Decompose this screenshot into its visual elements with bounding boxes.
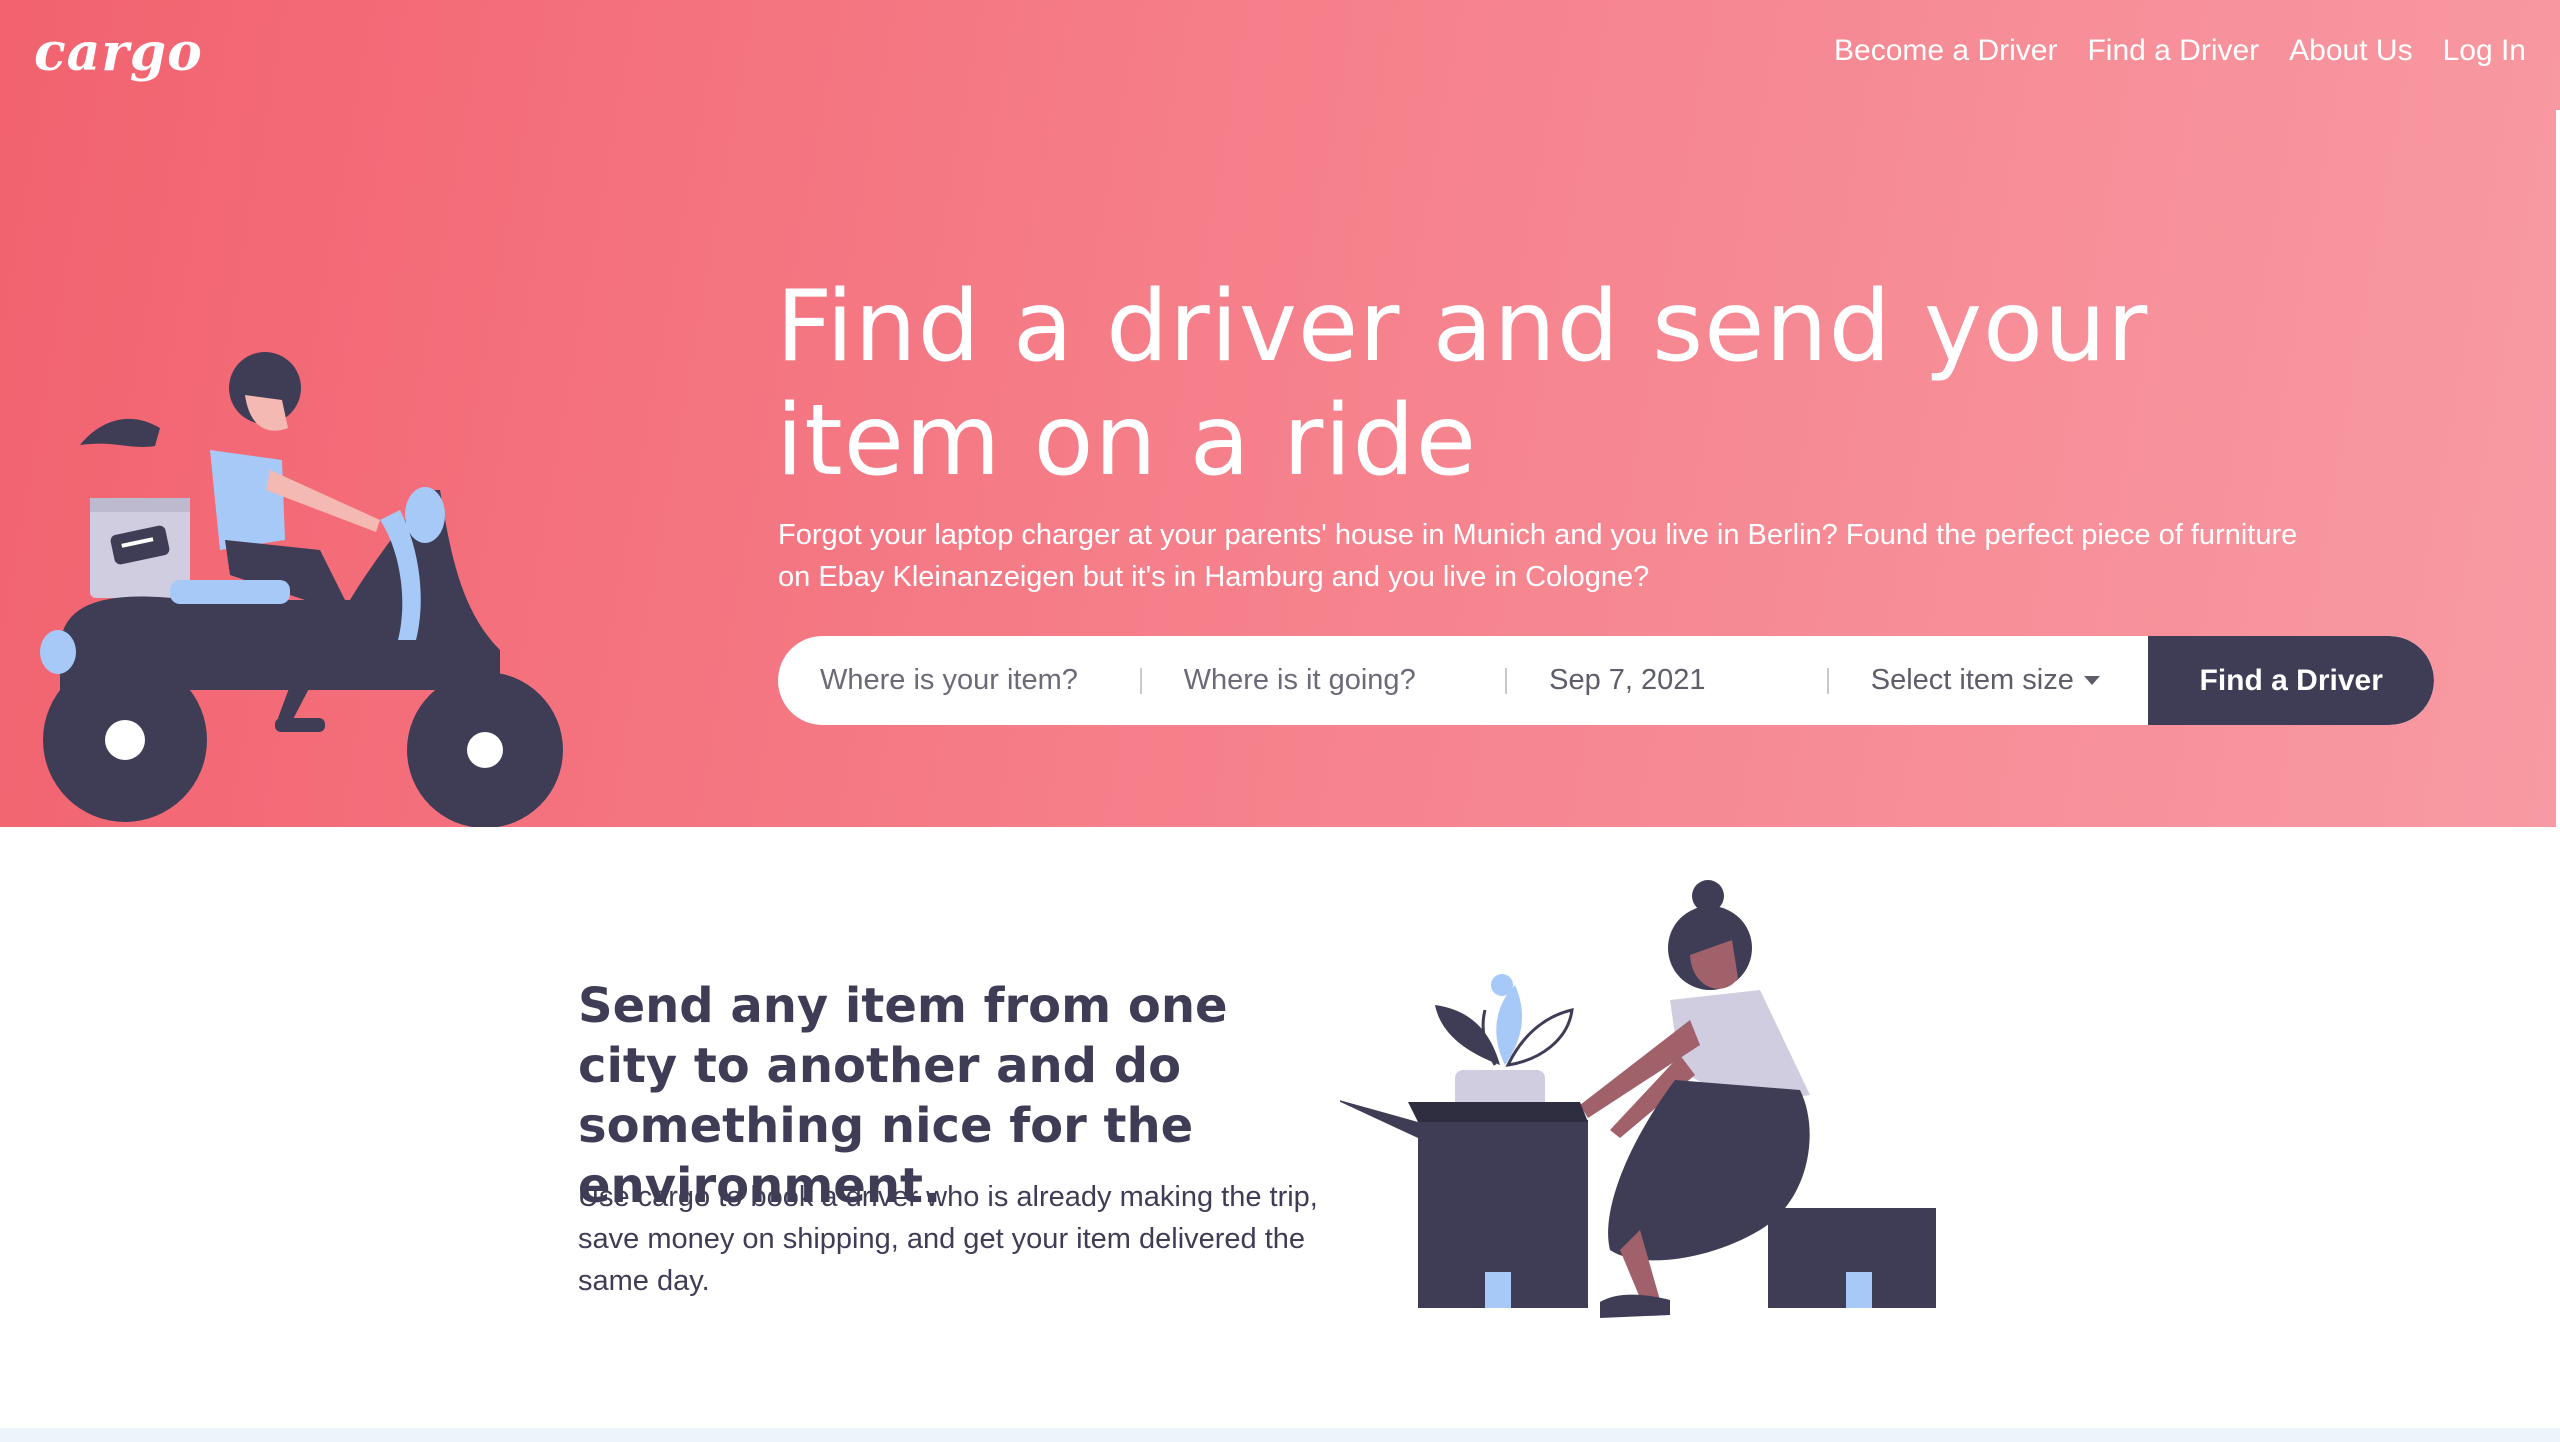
top-nav: Become a Driver Find a Driver About Us L… <box>1834 34 2526 68</box>
hero-headline: Find a driver and send your item on a ri… <box>776 270 2149 498</box>
chevron-down-icon <box>2083 676 2100 685</box>
origin-input[interactable] <box>820 664 1140 697</box>
nav-become-driver[interactable]: Become a Driver <box>1834 34 2057 68</box>
next-section-edge <box>0 1428 2560 1442</box>
nav-about-us[interactable]: About Us <box>2289 34 2412 68</box>
item-size-select[interactable]: Select item size <box>1829 636 2149 725</box>
feature-body: Use cargo to book a driver who is alread… <box>578 1181 1318 1297</box>
item-size-label: Select item size <box>1870 664 2074 696</box>
destination-input[interactable] <box>1183 664 1506 697</box>
destination-field <box>1142 636 1506 725</box>
nav-log-in[interactable]: Log In <box>2443 34 2526 68</box>
woman-packing-box-illustration <box>1340 880 1936 1318</box>
hero-subtext: Forgot your laptop charger at your paren… <box>778 519 2298 593</box>
date-input[interactable] <box>1549 664 1827 697</box>
date-field <box>1507 636 1827 725</box>
find-driver-button[interactable]: Find a Driver <box>2148 636 2434 725</box>
hero-section: cargo Become a Driver Find a Driver Abou… <box>0 0 2560 827</box>
cargo-logo[interactable]: cargo <box>34 22 203 83</box>
page-edge-strip <box>2556 110 2560 827</box>
search-bar: Select item size Find a Driver <box>778 636 2434 725</box>
nav-find-driver[interactable]: Find a Driver <box>2087 34 2259 68</box>
scooter-rider-illustration <box>40 352 563 827</box>
origin-field <box>778 636 1140 725</box>
